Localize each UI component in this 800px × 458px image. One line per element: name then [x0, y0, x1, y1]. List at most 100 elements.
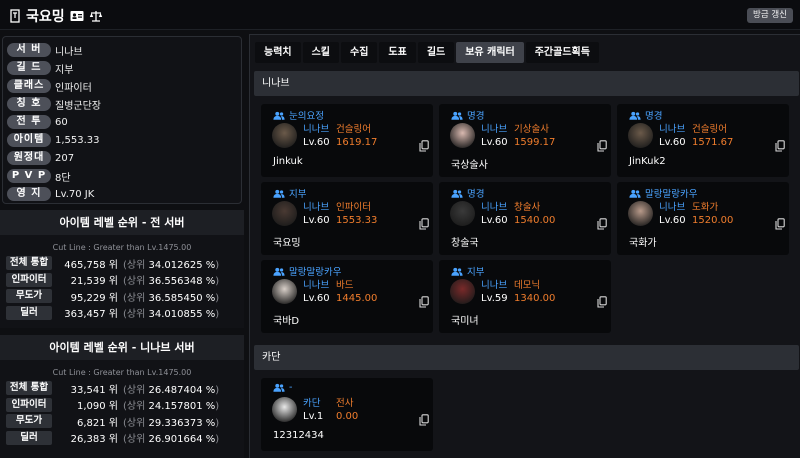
tab[interactable]: 주간골드획득	[525, 42, 599, 63]
info-label: 길 드	[7, 61, 51, 75]
tab[interactable]: 능력치	[255, 42, 301, 63]
rank-percent-value: 26.487404 %	[148, 384, 216, 396]
copy-icon[interactable]	[419, 414, 429, 426]
server-name: 니나브	[303, 202, 330, 213]
guild-name: 눈의요정	[289, 111, 324, 122]
copy-icon[interactable]	[597, 296, 607, 308]
rank-row: 무도가 6,821 위 (상위 29.336373 %)	[0, 413, 244, 430]
rank-percent: (상위 29.336373 %)	[123, 414, 219, 429]
server-name: 니나브	[659, 124, 686, 135]
tab[interactable]: 스킬	[302, 42, 340, 63]
rank-close: )	[215, 259, 220, 271]
rank-value: 33,541 위	[70, 384, 118, 396]
info-row: 영 지 Lv.70 JK	[7, 185, 241, 203]
character-level: Lv.60	[659, 215, 686, 226]
tab-bar: 능력치 스킬 수집 도표 길드 보유 캐릭터 주간골드획득	[255, 42, 599, 63]
page-title: 국요밍	[26, 9, 65, 25]
character-level: Lv.60	[303, 293, 330, 304]
rank-percent-value: 24.157801 %	[148, 401, 216, 413]
rank-row: 인파이터 21,539 위 (상위 36.556348 %)	[0, 272, 244, 289]
character-level: Lv.60	[303, 215, 330, 226]
avatar	[272, 123, 297, 148]
info-row: 서 버 니나브	[7, 41, 241, 59]
copy-icon[interactable]	[597, 140, 607, 152]
rank-category: 무도가	[6, 289, 52, 304]
item-level: 1340.00	[514, 293, 556, 304]
class-name: 데모닉	[514, 280, 541, 291]
rank-all-cutline: Cut Line : Greater than Lv.1475.00	[52, 243, 192, 252]
character-card[interactable]: 눈의요정 니나브 건슬링어 Lv.60 1619.17 Jinkuk	[261, 104, 433, 177]
members-icon	[629, 111, 641, 120]
character-card[interactable]: 명경 니나브 창술사 Lv.60 1540.00 창술국	[439, 182, 611, 255]
bookmark-icon[interactable]	[9, 9, 21, 23]
copy-icon[interactable]	[775, 140, 785, 152]
item-level: 1571.67	[692, 137, 734, 148]
rank-close: )	[215, 417, 220, 429]
character-card[interactable]: 말랑말랑카우 니나브 도화가 Lv.60 1520.00 국화가	[617, 182, 789, 255]
copy-icon[interactable]	[775, 218, 785, 230]
class-name: 기상술사	[514, 124, 549, 135]
character-card[interactable]: 말랑말랑카우 니나브 바드 Lv.60 1445.00 국바D	[261, 260, 433, 333]
server-name: 니나브	[303, 124, 330, 135]
refresh-button[interactable]: 방금 갱신	[747, 8, 793, 23]
guild-name: 말랑말랑카우	[645, 189, 698, 200]
info-value: 8단	[55, 172, 71, 184]
content-panel: 능력치 스킬 수집 도표 길드 보유 캐릭터 주간골드획득 니나브 카단 눈의요정 니나브 건슬…	[249, 34, 800, 458]
character-name: 국화가	[629, 238, 657, 249]
server-group-header: 카단	[254, 345, 799, 370]
item-level: 1553.33	[336, 215, 378, 226]
copy-icon[interactable]	[419, 296, 429, 308]
character-card[interactable]: - 카단 전사 Lv.1 0.00 12312434	[261, 378, 433, 451]
copy-icon[interactable]	[597, 218, 607, 230]
tab[interactable]: 보유 캐릭터	[456, 42, 524, 63]
copy-icon[interactable]	[419, 218, 429, 230]
info-value: 인파이터	[55, 82, 92, 94]
character-name: 국바D	[273, 316, 300, 327]
rank-upper-label: (상위	[123, 276, 149, 288]
info-label: 전 투	[7, 115, 51, 129]
character-level: Lv.60	[303, 137, 330, 148]
guild-line: 말랑말랑카우	[273, 264, 341, 278]
rank-percent-value: 36.585450 %	[148, 292, 216, 304]
info-label: 아이템	[7, 133, 51, 147]
avatar	[450, 201, 475, 226]
info-value: 60	[55, 116, 68, 128]
rank-upper-label: (상위	[123, 309, 149, 321]
guild-line: 말랑말랑카우	[629, 186, 697, 200]
guild-name: 명경	[467, 111, 485, 122]
guild-line: 눈의요정	[273, 108, 324, 122]
tab[interactable]: 수집	[341, 42, 378, 63]
info-value: 207	[55, 152, 75, 164]
id-card-icon[interactable]	[70, 10, 84, 22]
scale-icon[interactable]	[89, 10, 103, 22]
rank-category: 전체 통합	[6, 256, 52, 271]
rank-server-rows: 전체 통합 33,541 위 (상위 26.487404 %) 인파이터 1,090 위…	[0, 380, 244, 446]
tab[interactable]: 도표	[379, 42, 416, 63]
character-card[interactable]: 명경 니나브 건슬링어 Lv.60 1571.67 JinKuk2	[617, 104, 789, 177]
character-card[interactable]: 지부 니나브 데모닉 Lv.59 1340.00 국미녀	[439, 260, 611, 333]
server-group-header: 니나브	[254, 71, 799, 96]
character-card[interactable]: 지부 니나브 인파이터 Lv.60 1553.33 국요밍	[261, 182, 433, 255]
info-list: 서 버 니나브 길 드 지부 클래스 인파이터 칭 호 질병군단장 전 투 60 아이템 1,553.…	[7, 41, 241, 203]
rank-category: 딜러	[6, 430, 52, 445]
character-info-panel: 서 버 니나브 길 드 지부 클래스 인파이터 칭 호 질병군단장 전 투 60 아이템 1,553.…	[2, 36, 242, 204]
item-level: 1540.00	[514, 215, 556, 226]
character-name: 국미녀	[451, 316, 479, 327]
rank-percent-value: 36.556348 %	[148, 276, 216, 288]
rank-percent: (상위 36.585450 %)	[123, 289, 219, 304]
rank-close: )	[215, 292, 220, 304]
character-level: Lv.60	[481, 137, 508, 148]
rank-server-title: 아이템 레벨 순위 - 니나브 서버	[0, 335, 244, 360]
class-name: 건슬링어	[692, 124, 727, 135]
guild-name: 지부	[289, 189, 307, 200]
tab[interactable]: 길드	[417, 42, 455, 63]
rank-close: )	[215, 384, 220, 396]
info-value: 니나브	[55, 46, 83, 58]
character-card[interactable]: 명경 니나브 기상술사 Lv.60 1599.17 국상술사	[439, 104, 611, 177]
info-label: 칭 호	[7, 97, 51, 111]
copy-icon[interactable]	[419, 140, 429, 152]
guild-line: 지부	[451, 264, 484, 278]
character-name: 12312434	[273, 430, 324, 441]
guild-line: 명경	[451, 108, 484, 122]
info-value: Lv.70 JK	[55, 188, 95, 200]
